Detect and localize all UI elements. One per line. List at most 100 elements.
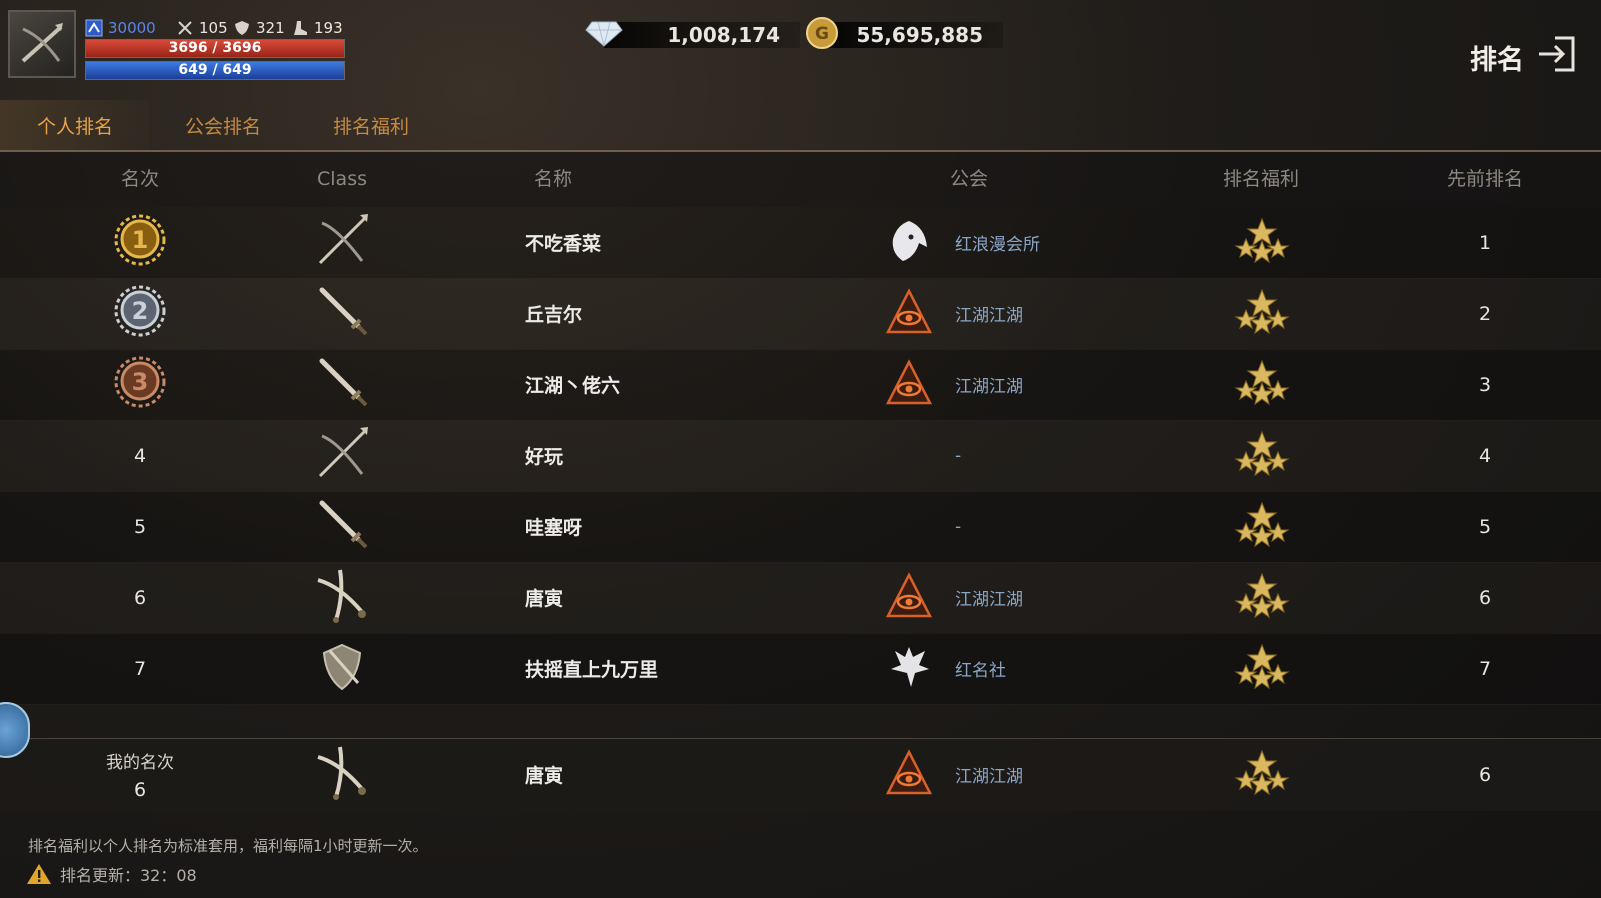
guild-emblem [882, 349, 936, 420]
my-rank-row: 我的名次 6 唐寅 江湖江湖 6 [0, 738, 1601, 811]
previous-rank: 6 [1478, 586, 1492, 609]
rank-star-icon [1232, 217, 1292, 269]
warning-icon [27, 864, 51, 884]
bow-icon [312, 424, 372, 488]
player-name[interactable]: 不吃香菜 [525, 207, 601, 278]
my-rank-cell: 我的名次 6 [100, 739, 180, 810]
wolf-emblem-icon [885, 217, 933, 269]
benefit-cell[interactable] [1230, 491, 1294, 562]
rank-number: 6 [133, 586, 147, 609]
attack-stat: 105 [175, 17, 228, 39]
gold-amount: 55,695,885 [856, 23, 983, 47]
guild-emblem [882, 562, 936, 633]
eye-pyramid-emblem-icon [885, 287, 933, 340]
guild-emblem [882, 278, 936, 349]
rank-number: 7 [133, 657, 147, 680]
tab-label: 排名福利 [332, 115, 409, 138]
mp-bar: 649 / 649 [85, 61, 345, 80]
player-name[interactable]: 哇塞呀 [525, 491, 582, 562]
guild-name[interactable]: 江湖江湖 [955, 349, 1023, 420]
table-row[interactable]: 5 哇塞呀 - 5 [0, 491, 1601, 563]
dual-blades-icon [312, 743, 372, 807]
guild-emblem [882, 420, 936, 491]
table-row[interactable]: 7 扶摇直上九万里 红名社 7 [0, 633, 1601, 705]
my-guild-name[interactable]: 江湖江湖 [955, 739, 1023, 810]
benefit-note: 排名福利以个人排名为标准套用，福利每隔1小时更新一次。 [28, 837, 428, 855]
guild-emblem [882, 491, 936, 562]
my-guild-emblem [882, 739, 936, 810]
player-avatar[interactable] [8, 10, 76, 78]
table-row[interactable]: 1 不吃香菜 红浪漫会所 1 [0, 207, 1601, 279]
rank-cell: 2 [100, 278, 180, 349]
dragon-emblem-icon [885, 643, 933, 695]
player-name[interactable]: 唐寅 [525, 562, 563, 633]
guild-name[interactable]: 红名社 [955, 633, 1006, 704]
my-name[interactable]: 唐寅 [525, 739, 563, 810]
col-class: Class [317, 168, 367, 190]
previous-rank: 1 [1478, 231, 1492, 254]
class-cell [308, 562, 376, 633]
class-cell [308, 349, 376, 420]
update-timer: 排名更新：32：08 [26, 862, 197, 886]
benefit-cell[interactable] [1230, 278, 1294, 349]
rank-star-icon [1232, 288, 1292, 340]
gold-coin-icon: G [805, 16, 839, 54]
bow-icon [312, 211, 372, 275]
previous-rank: 7 [1478, 657, 1492, 680]
benefit-cell[interactable] [1230, 207, 1294, 278]
tab-guild-ranking[interactable]: 公会排名 [148, 100, 298, 150]
ranking-list[interactable]: 1 不吃香菜 红浪漫会所 1 2 丘吉尔 江湖江湖 2 3 江湖丶佬六 江湖江湖 3 4 好玩 -4 5 哇塞呀… [0, 207, 1601, 737]
sword-icon [312, 495, 372, 559]
rank-cell: 7 [100, 633, 180, 704]
guild-name[interactable]: 江湖江湖 [955, 278, 1023, 349]
top-status-bar: 30000 105 321 193 3696 / 3696 649 / 649 … [0, 0, 1601, 95]
rank-star-icon [1232, 501, 1292, 553]
shield-icon [312, 637, 372, 701]
table-row[interactable]: 3 江湖丶佬六 江湖江湖 3 [0, 349, 1601, 421]
guild-name[interactable]: 红浪漫会所 [955, 207, 1040, 278]
sword-icon [312, 282, 372, 346]
guild-name: - [955, 516, 962, 537]
player-name[interactable]: 江湖丶佬六 [525, 349, 620, 420]
table-row[interactable]: 6 唐寅 江湖江湖 6 [0, 562, 1601, 634]
eye-pyramid-emblem-icon [885, 571, 933, 624]
exit-icon [1539, 36, 1575, 72]
col-previous: 先前排名 [1446, 168, 1524, 190]
my-benefit-cell[interactable] [1230, 739, 1294, 810]
rank-cell: 5 [100, 491, 180, 562]
benefit-cell[interactable] [1230, 562, 1294, 633]
table-row[interactable]: 4 好玩 - 4 [0, 420, 1601, 492]
benefit-cell[interactable] [1230, 633, 1294, 704]
silver-medal-icon: 2 [112, 283, 168, 344]
eye-pyramid-emblem-icon [885, 358, 933, 411]
rank-star-icon [1232, 643, 1292, 695]
defense-stat: 321 [232, 17, 285, 39]
level-flag-icon [84, 18, 104, 38]
col-name: 名称 [533, 168, 573, 190]
player-name[interactable]: 丘吉尔 [525, 278, 582, 349]
exit-button[interactable] [1535, 34, 1579, 74]
tab-label: 个人排名 [36, 115, 113, 138]
player-name[interactable]: 扶摇直上九万里 [525, 633, 658, 704]
tab-personal-ranking[interactable]: 个人排名 [0, 100, 150, 150]
player-name[interactable]: 好玩 [525, 420, 563, 491]
tab-ranking-benefits[interactable]: 排名福利 [296, 100, 446, 150]
benefit-cell[interactable] [1230, 420, 1294, 491]
table-row[interactable]: 2 丘吉尔 江湖江湖 2 [0, 278, 1601, 350]
previous-rank: 5 [1478, 515, 1492, 538]
rank-number: 5 [133, 515, 147, 538]
rank-star-icon [1232, 359, 1292, 411]
class-cell [308, 420, 376, 491]
ranking-tabs: 个人排名 公会排名 排名福利 [0, 100, 1601, 152]
level-stat: 30000 [84, 17, 156, 39]
guild-emblem [882, 633, 936, 704]
guild-name[interactable]: 江湖江湖 [955, 562, 1023, 633]
page-title: 排名 [1470, 45, 1524, 76]
benefit-cell[interactable] [1230, 349, 1294, 420]
rank-star-icon [1232, 430, 1292, 482]
previous-rank: 3 [1478, 373, 1492, 396]
power-value: 193 [314, 19, 343, 37]
boot-icon [290, 18, 310, 38]
crossbow-icon [21, 23, 63, 63]
gold-medal-icon: 1 [112, 212, 168, 273]
